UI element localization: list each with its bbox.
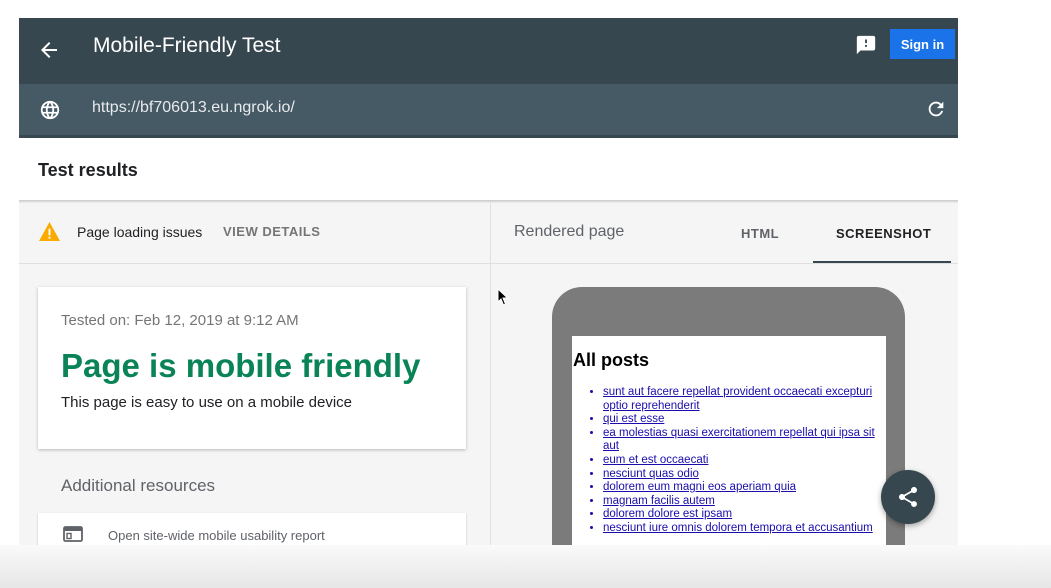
results-header: Test results bbox=[19, 138, 958, 202]
reload-icon[interactable] bbox=[925, 98, 947, 120]
all-posts-heading: All posts bbox=[573, 350, 650, 370]
url-input[interactable] bbox=[92, 99, 872, 117]
post-link[interactable]: ea molestias quasi exercitationem repell… bbox=[603, 427, 883, 454]
globe-icon bbox=[40, 100, 60, 120]
post-link[interactable]: nesciunt iure omnis dolorem tempora et a… bbox=[603, 522, 883, 536]
tab-screenshot[interactable]: SCREENSHOT bbox=[836, 226, 931, 241]
post-link[interactable]: dolorem eum magni eos aperiam quia bbox=[603, 481, 883, 495]
page-loading-issues-label: Page loading issues bbox=[77, 224, 203, 240]
warning-icon bbox=[39, 221, 60, 242]
url-bar bbox=[19, 84, 958, 138]
results-left-panel: Page loading issues VIEW DETAILS Tested … bbox=[19, 203, 491, 548]
mouse-cursor-icon bbox=[497, 288, 509, 306]
mobile-friendly-verdict: Page is mobile friendly bbox=[61, 347, 421, 384]
bottom-fade-overlay bbox=[0, 545, 1051, 588]
tested-on-text: Tested on: Feb 12, 2019 at 9:12 AM bbox=[61, 312, 299, 329]
browser-window-icon bbox=[63, 526, 83, 542]
post-link[interactable]: dolorem dolore est ipsam bbox=[603, 508, 883, 522]
verdict-subtitle: This page is easy to use on a mobile dev… bbox=[61, 394, 352, 411]
phone-preview-frame: All posts sunt aut facere repellat provi… bbox=[552, 287, 905, 548]
resource-item-usability-report[interactable]: Open site-wide mobile usability report bbox=[38, 513, 466, 548]
rendered-page-tabs: Rendered page HTML SCREENSHOT bbox=[491, 203, 958, 264]
page-loading-issues-bar: Page loading issues VIEW DETAILS bbox=[19, 203, 490, 264]
additional-resources-heading: Additional resources bbox=[61, 476, 216, 495]
tab-html[interactable]: HTML bbox=[741, 226, 779, 241]
post-link[interactable]: eum et est occaecati bbox=[603, 454, 883, 468]
app-title: Mobile-Friendly Test bbox=[93, 34, 281, 57]
mobile-friendly-test-app: Mobile-Friendly Test Sign in Test result… bbox=[19, 18, 958, 548]
feedback-icon[interactable] bbox=[855, 34, 877, 56]
post-link[interactable]: nesciunt quas odio bbox=[603, 468, 883, 482]
posts-list: sunt aut facere repellat provident occae… bbox=[573, 386, 883, 536]
share-icon bbox=[899, 487, 917, 507]
selected-tab-indicator bbox=[813, 261, 951, 263]
sign-in-button[interactable]: Sign in bbox=[890, 29, 955, 59]
share-button[interactable] bbox=[881, 470, 935, 524]
test-results-heading: Test results bbox=[38, 160, 138, 180]
arrow-back-icon[interactable] bbox=[37, 38, 61, 62]
post-link[interactable]: magnam facilis autem bbox=[603, 495, 883, 509]
view-details-link[interactable]: VIEW DETAILS bbox=[223, 224, 320, 239]
verdict-card: Tested on: Feb 12, 2019 at 9:12 AM Page … bbox=[38, 287, 466, 449]
resource-item-label[interactable]: Open site-wide mobile usability report bbox=[108, 528, 325, 543]
top-app-bar: Mobile-Friendly Test Sign in bbox=[19, 18, 958, 84]
phone-screen: All posts sunt aut facere repellat provi… bbox=[572, 336, 886, 548]
post-link[interactable]: qui est esse bbox=[603, 413, 883, 427]
rendered-page-label: Rendered page bbox=[514, 223, 625, 240]
post-link[interactable]: sunt aut facere repellat provident occae… bbox=[603, 386, 883, 413]
